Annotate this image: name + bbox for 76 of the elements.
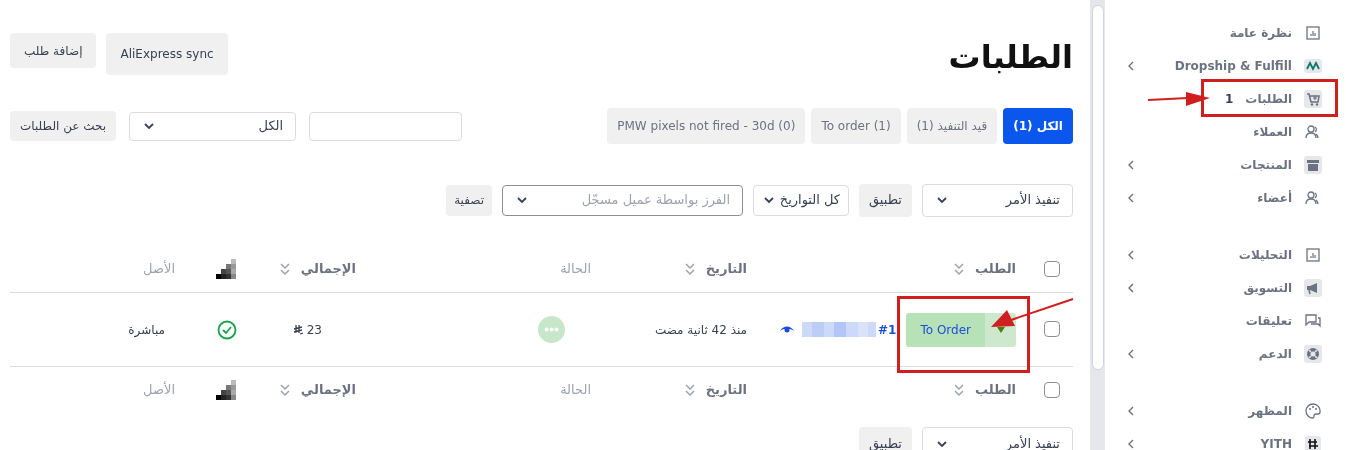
chart-icon xyxy=(1304,247,1322,262)
filter-tab[interactable]: الكل (1) xyxy=(1003,108,1073,144)
filter-button[interactable]: تصفية xyxy=(446,184,492,216)
filter-tab[interactable]: PMW pixels not fired - 30d (0) xyxy=(607,108,806,144)
chevron-icon[interactable] xyxy=(1127,282,1135,293)
cart-icon xyxy=(1304,89,1322,108)
sidebar-item[interactable]: أعضاء xyxy=(1257,188,1322,207)
column-header[interactable]: التاريخ xyxy=(705,258,747,279)
column-header[interactable]: الإجمالي xyxy=(300,258,356,279)
column-header[interactable]: الطلب xyxy=(974,258,1016,279)
support-icon xyxy=(1304,344,1322,363)
status-select[interactable]: الكل xyxy=(129,111,297,141)
row-checkbox[interactable] xyxy=(1044,321,1060,337)
annotation-arrow xyxy=(1148,91,1210,107)
search-field[interactable] xyxy=(309,111,463,141)
sidebar-item[interactable]: نظرة عامة xyxy=(1229,23,1322,42)
chevron-icon[interactable] xyxy=(1127,438,1135,449)
sidebar-item[interactable]: العملاء xyxy=(1253,122,1322,141)
chevron-icon[interactable] xyxy=(1127,348,1135,359)
users-icon xyxy=(1304,190,1322,205)
row-checkbox[interactable] xyxy=(1044,260,1060,277)
eye-icon[interactable] xyxy=(780,325,795,334)
column-header[interactable]: التاريخ xyxy=(705,380,747,400)
sort-icon[interactable] xyxy=(278,261,291,276)
sort-icon[interactable] xyxy=(683,261,696,276)
dates-select[interactable]: كل التواريخ xyxy=(753,184,849,216)
users-icon xyxy=(1304,124,1322,139)
archive-icon xyxy=(1304,155,1322,174)
search-orders-button[interactable]: بحث عن الطلبات xyxy=(10,111,117,141)
order-number-link[interactable]: #1 xyxy=(878,320,897,339)
row-checkbox[interactable] xyxy=(1044,382,1060,398)
sidebar-item[interactable]: المنتجات xyxy=(1240,155,1322,174)
aliexpress-sync-button[interactable]: AliExpress sync xyxy=(106,33,228,75)
palette-icon xyxy=(1304,402,1322,419)
megaphone-icon xyxy=(1304,278,1322,297)
sort-icon[interactable] xyxy=(952,383,965,397)
apply-button[interactable]: تطبيق xyxy=(859,183,912,217)
sidebar-item[interactable]: تعليقات xyxy=(1245,311,1322,330)
column-header: الأصل xyxy=(143,259,175,278)
add-order-button[interactable]: إضافة طلب xyxy=(10,33,97,68)
chevron-icon[interactable] xyxy=(1127,249,1135,260)
sidebar-item[interactable]: التحليلات xyxy=(1238,245,1322,264)
filter-tab[interactable]: قيد التنفيذ (1) xyxy=(906,108,998,144)
pixelated-icon xyxy=(216,258,236,279)
count-label: 1 xyxy=(1224,90,1234,108)
sidebar-item[interactable]: YITH xyxy=(1260,434,1322,450)
chevron-icon[interactable] xyxy=(1127,159,1135,170)
yith-icon xyxy=(1304,435,1322,450)
column-header: الأصل xyxy=(143,380,175,400)
chevron-icon[interactable] xyxy=(1127,60,1135,71)
chart-icon xyxy=(1304,25,1322,40)
order-origin: مباشرة xyxy=(128,321,165,339)
sidebar-item[interactable]: الدعم xyxy=(1258,344,1322,363)
column-header: الحالة xyxy=(560,381,591,400)
dropship-icon xyxy=(1304,58,1322,73)
column-header: الحالة xyxy=(560,259,591,278)
customer-select[interactable]: الفرز بواسطة عميل مسجّل xyxy=(502,184,743,216)
chevron-icon[interactable] xyxy=(1127,405,1135,416)
order-total: 23 xyxy=(306,321,322,339)
sort-icon[interactable] xyxy=(683,383,696,397)
column-header[interactable]: الطلب xyxy=(974,380,1016,400)
comments-icon xyxy=(1304,313,1322,328)
sidebar-item[interactable]: التسويق xyxy=(1243,278,1322,297)
page-title: الطلبات xyxy=(948,41,1073,73)
dropdown-triangle-icon[interactable] xyxy=(996,326,1005,333)
filter-tab[interactable]: To order (1) xyxy=(811,108,901,144)
sort-icon[interactable] xyxy=(952,261,965,276)
chevron-icon[interactable] xyxy=(1127,192,1135,203)
pixelated-icon xyxy=(216,380,236,400)
scrollbar-thumb[interactable] xyxy=(1091,5,1104,370)
sidebar-item[interactable]: Dropship & Fulfill xyxy=(1174,56,1322,75)
order-date: منذ 42 ثانية مضت xyxy=(654,321,747,339)
sidebar-item[interactable]: المظهر xyxy=(1248,401,1322,420)
sort-icon[interactable] xyxy=(278,383,291,397)
column-header[interactable]: الإجمالي xyxy=(300,380,356,400)
bulk-action-select[interactable]: تنفيذ الأمر xyxy=(922,183,1073,217)
